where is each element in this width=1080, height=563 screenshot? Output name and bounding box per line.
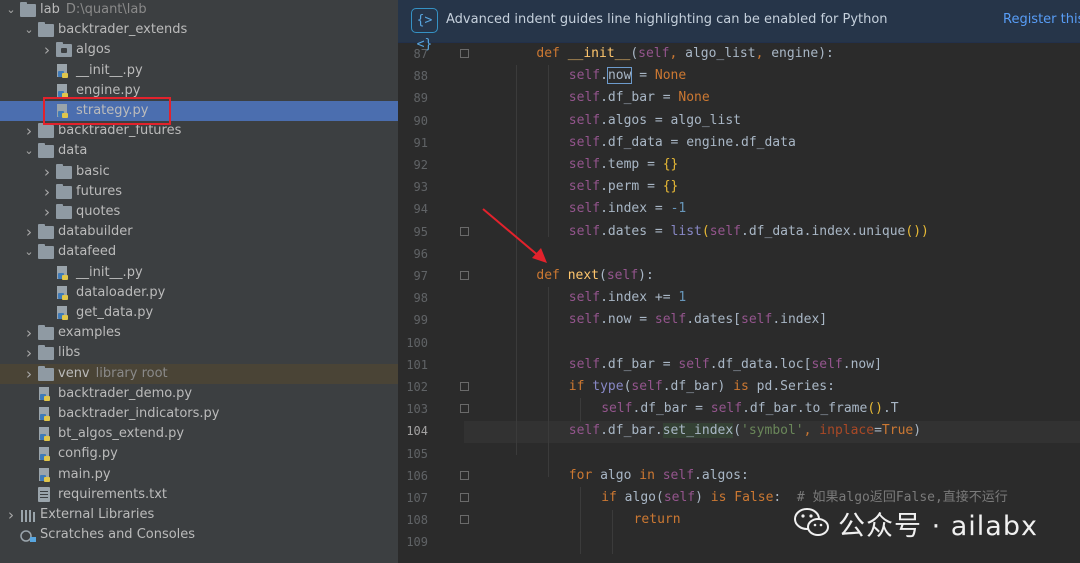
wechat-icon <box>794 508 829 536</box>
annotation-arrow <box>482 208 547 263</box>
watermark-text: 公众号 · ailabx <box>838 511 1038 542</box>
